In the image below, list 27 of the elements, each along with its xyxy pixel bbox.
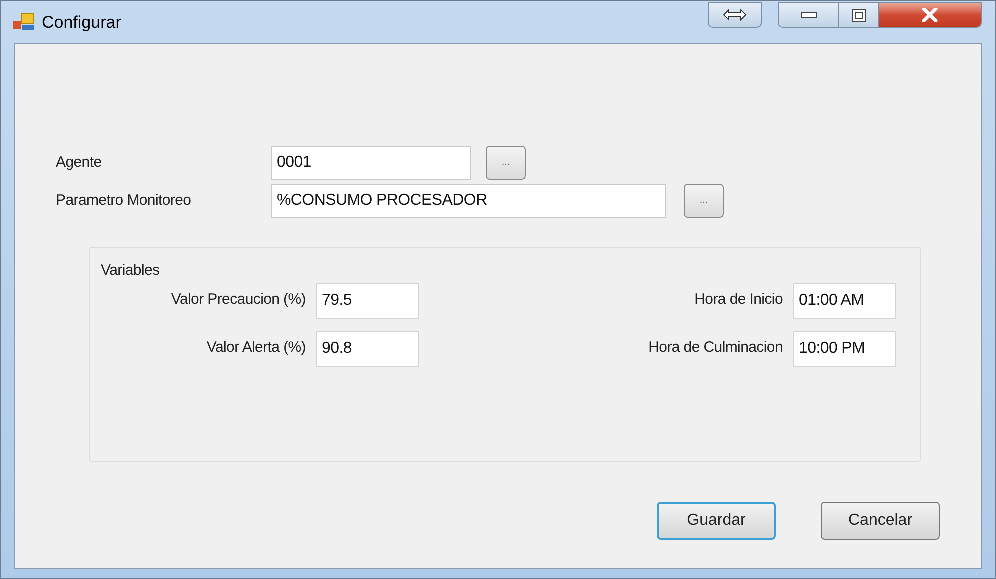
maximize-icon: [852, 8, 866, 22]
browse-button[interactable]: ...: [486, 146, 526, 180]
field-label: Valor Alerta (%): [206, 338, 307, 358]
text-field[interactable]: %CONSUMO PROCESADOR: [271, 184, 666, 218]
app-icon: [13, 13, 35, 31]
field-label: Parametro Monitoreo: [56, 190, 192, 211]
double-arrow-icon: [723, 9, 747, 21]
minimize-button[interactable]: [779, 3, 839, 27]
group-title: Variables: [101, 261, 161, 281]
close-icon: [922, 8, 938, 22]
resize-button[interactable]: [708, 2, 762, 28]
field-label: Hora de Inicio: [694, 290, 784, 310]
field-label: Valor Precaucion (%): [170, 290, 307, 310]
maximize-button[interactable]: [839, 3, 879, 27]
text-field[interactable]: 10:00 PM: [793, 330, 896, 366]
dialog-button[interactable]: Guardar: [657, 502, 776, 540]
minimize-icon: [800, 12, 816, 18]
close-button[interactable]: [879, 3, 981, 27]
text-field[interactable]: 01:00 AM: [793, 282, 896, 318]
text-field[interactable]: 0001: [271, 146, 471, 180]
browse-button[interactable]: ...: [684, 184, 724, 218]
text-field[interactable]: 90.8: [316, 330, 419, 366]
window-title: Configurar: [42, 12, 122, 34]
field-label: Agente: [56, 152, 103, 173]
dialog-button[interactable]: Cancelar: [821, 502, 940, 540]
text-field[interactable]: 79.5: [316, 282, 419, 318]
field-label: Hora de Culminacion: [648, 338, 784, 358]
